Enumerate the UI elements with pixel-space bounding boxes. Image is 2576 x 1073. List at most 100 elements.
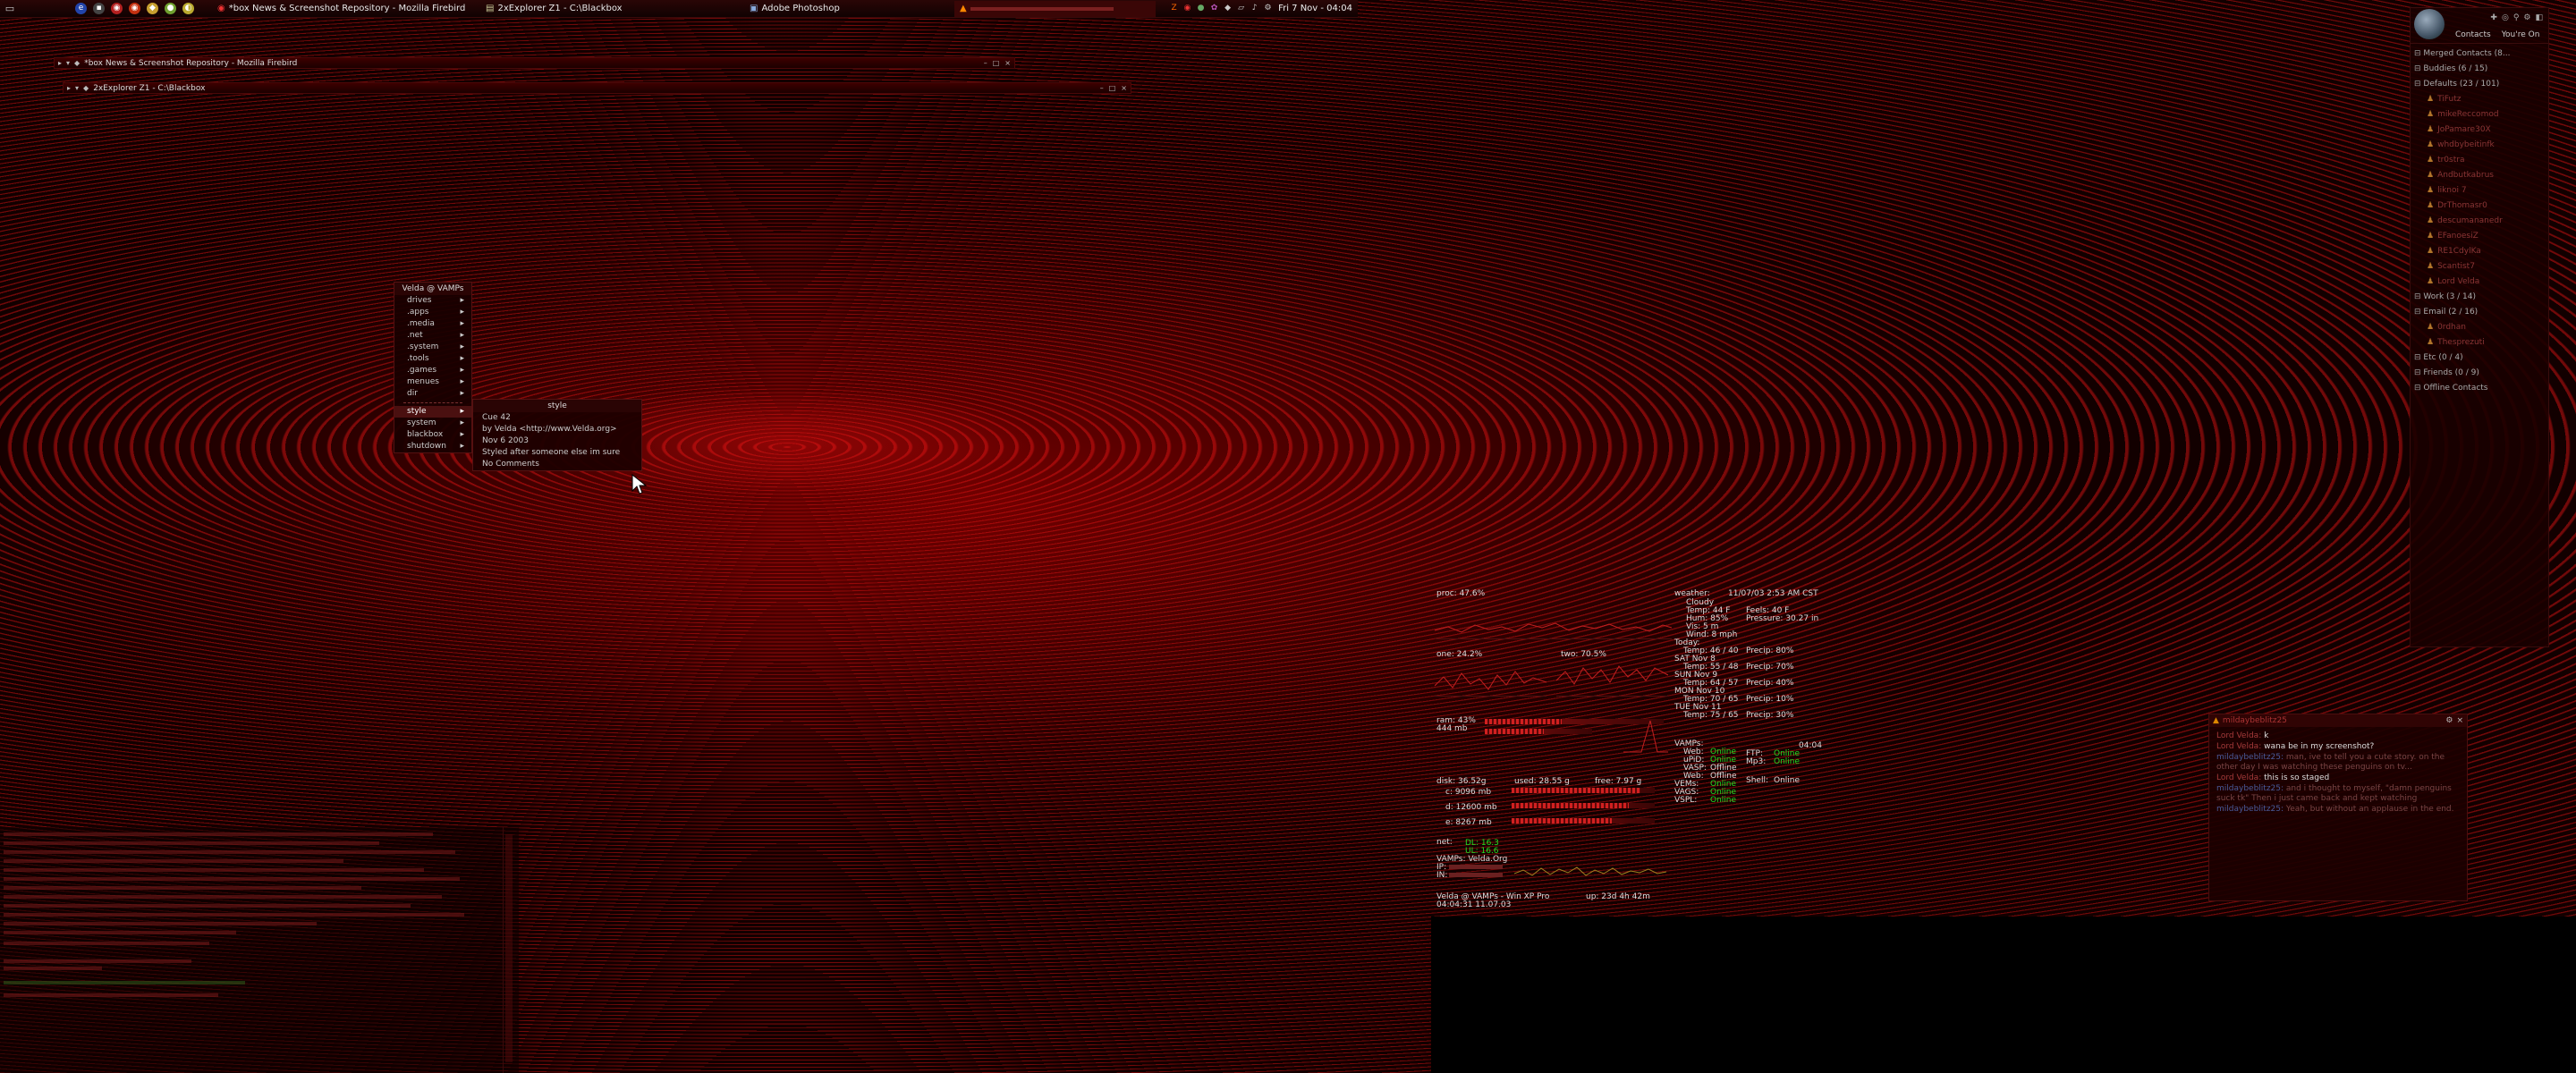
tray-usb-icon[interactable]: ⚙ (1263, 4, 1273, 13)
workspace-icon[interactable]: ▭ (0, 1, 20, 17)
minimize-icon[interactable]: – (984, 59, 987, 67)
contact-item[interactable]: ♟ DrThomasr0 (2411, 199, 2548, 214)
contact-group[interactable]: ⊟ Etc (0 / 4) (2411, 351, 2548, 366)
contact-list-window[interactable]: Contacts You're On ✚ ◎ ⚲ ⚙ ◧ ⊟ Merged Co… (2410, 7, 2549, 647)
task-firebird[interactable]: ◉ *box News & Screenshot Repository - Moz… (212, 1, 480, 17)
contact-item[interactable]: ♟ whdbybeitinfk (2411, 138, 2548, 153)
contact-group[interactable]: ⊟ Work (3 / 14) (2411, 290, 2548, 305)
task-hidden[interactable]: ▲ (954, 0, 1156, 17)
close-icon[interactable]: × (1121, 84, 1127, 92)
menu-arrow-icon[interactable]: ▸ (58, 59, 62, 67)
expand-icon[interactable]: ⊟ (2414, 384, 2423, 393)
menu-item-blackbox[interactable]: blackbox ▸ (394, 429, 471, 441)
menu-item-net[interactable]: .net ▸ (394, 330, 471, 342)
close-icon[interactable]: × (1004, 59, 1011, 67)
contact-item[interactable]: ♟ Thesprezuti (2411, 335, 2548, 351)
expand-icon[interactable]: ⊟ (2414, 64, 2423, 73)
contact-item[interactable]: ♟ Scantist7 (2411, 259, 2548, 275)
minimize-icon[interactable]: – (1100, 84, 1104, 92)
menu-item-media[interactable]: .media ▸ (394, 318, 471, 330)
contact-item[interactable]: ♟ tr0stra (2411, 153, 2548, 168)
tab-youre-on[interactable]: You're On (2502, 30, 2540, 39)
globe-icon[interactable] (2414, 9, 2445, 39)
terminal-scrollbar[interactable] (503, 827, 513, 1073)
contact-group[interactable]: ⊟ Buddies (6 / 15) (2411, 62, 2548, 77)
menu-item-shutdown[interactable]: shutdown ▸ (394, 441, 471, 452)
expand-icon[interactable]: ⊟ (2414, 353, 2423, 362)
contact-item[interactable]: ♟ mikeReccomod (2411, 107, 2548, 123)
contact-item[interactable]: ♟ Lord Velda (2411, 275, 2548, 290)
menu-item-games[interactable]: .games ▸ (394, 365, 471, 376)
task-photoshop[interactable]: ▣ Adobe Photoshop (744, 1, 954, 17)
contact-group[interactable]: ⊟ Friends (0 / 9) (2411, 366, 2548, 381)
close-icon[interactable]: × (2456, 716, 2463, 725)
menu-item-menues[interactable]: menues ▸ (394, 376, 471, 388)
add-icon[interactable]: ✚ (2490, 13, 2497, 22)
contact-group[interactable]: ⊟ Defaults (23 / 101) (2411, 77, 2548, 92)
contact-item[interactable]: ♟ TiFutz (2411, 92, 2548, 107)
stick-icon[interactable]: ◆ (74, 59, 80, 67)
chat-log[interactable]: Lord Velda: k Lord Velda: wana be in my s… (2209, 727, 2467, 815)
mirc-icon[interactable]: ◐ (182, 3, 194, 14)
contact-item[interactable]: ♟ EFanoesiZ (2411, 229, 2548, 244)
tray-drive-icon[interactable]: ▱ (1236, 4, 1246, 13)
contact-item[interactable]: ♟ RE1CdylKa (2411, 244, 2548, 259)
contact-item[interactable]: ♟ JoPamare30X (2411, 123, 2548, 138)
menu-item-tools[interactable]: .tools ▸ (394, 353, 471, 365)
stick-icon[interactable]: ◆ (83, 84, 89, 92)
menu-item-style[interactable]: style ▸ (394, 406, 471, 418)
contact-group[interactable]: ⊟ Offline Contacts (2411, 381, 2548, 396)
tray-monitor-icon[interactable]: ◆ (1223, 4, 1233, 13)
scrollbar-thumb[interactable] (505, 834, 513, 1062)
tray-app-icon[interactable]: ◉ (1182, 4, 1192, 13)
firebird-alt-icon[interactable]: ◉ (129, 3, 140, 14)
terminal-window[interactable] (0, 827, 519, 1073)
tray-msn-icon[interactable]: ✿ (1209, 4, 1219, 13)
expand-icon[interactable]: ⊟ (2414, 308, 2423, 317)
contact-item[interactable]: ♟ descumananedr (2411, 214, 2548, 229)
style-info-name[interactable]: Cue 42 (473, 412, 641, 424)
chat-window[interactable]: ▲ mildaybeblitz25 ⚙ × Lord Velda: k Lord … (2208, 714, 2468, 901)
style-info-author[interactable]: by Velda <http://www.Velda.org> (473, 424, 641, 435)
menu-item-drives[interactable]: drives ▸ (394, 295, 471, 307)
tray-z-icon[interactable]: Z (1169, 4, 1179, 13)
contact-group[interactable]: ⊟ Email (2 / 16) (2411, 305, 2548, 320)
style-info-comments[interactable]: No Comments (473, 459, 641, 470)
explorer-icon[interactable]: ▪ (93, 3, 105, 14)
tab-contacts[interactable]: Contacts (2455, 30, 2491, 39)
tray-net-icon[interactable]: ● (1196, 4, 1206, 13)
maximize-icon[interactable]: □ (993, 59, 1000, 67)
menu-item-dir[interactable]: dir ▸ (394, 388, 471, 400)
contact-item[interactable]: ♟ liknoi 7 (2411, 183, 2548, 199)
style-info-date[interactable]: Nov 6 2003 (473, 435, 641, 447)
explorer-window-titlebar[interactable]: ▸ ▾ ◆ 2xExplorer Z1 - C:\Blackbox – □ × (63, 82, 1131, 94)
settings-icon[interactable]: ⚙ (2523, 13, 2530, 22)
shade-icon[interactable]: ▾ (75, 84, 79, 92)
contact-item[interactable]: ♟ Andbutkabrus (2411, 168, 2548, 183)
tray-volume-icon[interactable]: ♪ (1250, 4, 1259, 13)
menu-item-system2[interactable]: system ▸ (394, 418, 471, 429)
expand-icon[interactable]: ⊟ (2414, 49, 2423, 58)
menu-item-system[interactable]: .system ▸ (394, 342, 471, 353)
expand-icon[interactable]: ⊟ (2414, 292, 2423, 301)
expand-icon[interactable]: ⊟ (2414, 80, 2423, 89)
menu-arrow-icon[interactable]: ▸ (67, 84, 71, 92)
winamp-icon[interactable]: ◆ (147, 3, 158, 14)
pin-icon[interactable]: ◧ (2535, 13, 2543, 22)
task-explorer[interactable]: ▤ 2xExplorer Z1 - C:\Blackbox (480, 1, 744, 17)
firebird-icon[interactable]: ◉ (111, 3, 123, 14)
style-info-credit[interactable]: Styled after someone else im sure (473, 447, 641, 459)
trillian-icon[interactable]: ● (165, 3, 176, 14)
firebird-window-titlebar[interactable]: ▸ ▾ ◆ *box News & Screenshot Repository … (54, 57, 1015, 69)
chat-titlebar[interactable]: ▲ mildaybeblitz25 ⚙ × (2209, 714, 2467, 727)
maximize-icon[interactable]: □ (1109, 84, 1116, 92)
shade-icon[interactable]: ▾ (66, 59, 70, 67)
contact-group[interactable]: ⊟ Merged Contacts (8... (2411, 46, 2548, 62)
settings-icon[interactable]: ⚙ (2445, 716, 2453, 725)
info-icon[interactable]: ◎ (2502, 13, 2509, 22)
ie-icon[interactable]: e (75, 3, 87, 14)
contact-item[interactable]: ♟ 0rdhan (2411, 320, 2548, 335)
menu-item-apps[interactable]: .apps ▸ (394, 307, 471, 318)
search-icon[interactable]: ⚲ (2513, 13, 2520, 22)
expand-icon[interactable]: ⊟ (2414, 368, 2423, 377)
